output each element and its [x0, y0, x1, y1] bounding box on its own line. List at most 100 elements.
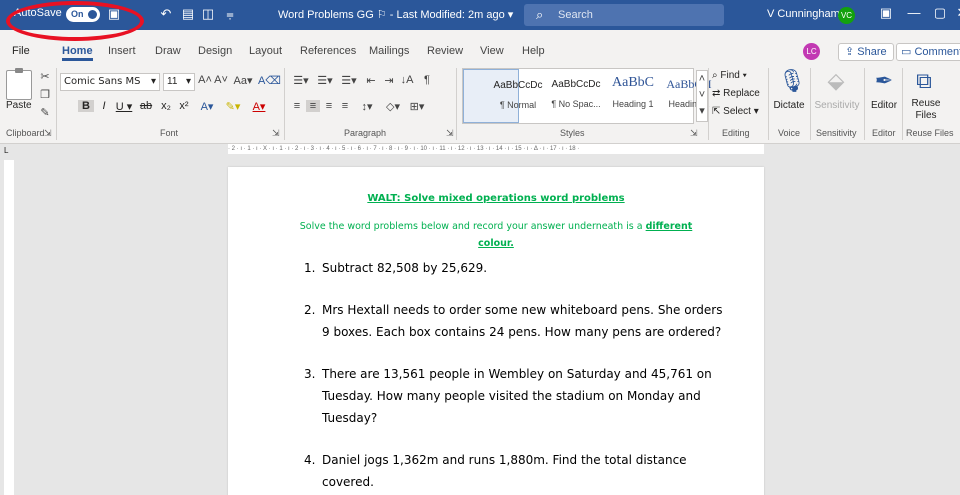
font-name-box[interactable]: Comic Sans MS ▾ [60, 73, 160, 91]
title-bar: AutoSave On ▣ ↶ ▤ ◫ ⩦ Word Problems GG ⚐… [0, 0, 960, 30]
vertical-ruler[interactable] [4, 160, 14, 495]
document-page[interactable]: WALT: Solve mixed operations word proble… [228, 167, 764, 495]
reuse-files-icon[interactable]: ⧉ [914, 68, 934, 94]
sensitivity-icon: ⬙ [827, 68, 845, 93]
borders-icon[interactable]: ⊞▾ [406, 100, 428, 113]
underline-button[interactable]: U ▾ [112, 100, 136, 113]
share-icon: ⇪ [845, 46, 855, 58]
find-button[interactable]: ⌕ Find ▾ [712, 70, 747, 81]
style-normal[interactable]: AaBbCcDc ¶ Normal [463, 69, 542, 123]
editor-icon[interactable]: ✒ [874, 68, 894, 94]
font-color-icon[interactable]: A▾ [248, 100, 270, 113]
clear-formatting-icon[interactable]: A⌫ [258, 74, 281, 87]
reuse-files-button[interactable]: Reuse Files [904, 98, 948, 122]
numbering-icon[interactable]: ☰▾ [314, 74, 336, 87]
format-painter-icon[interactable]: ✎ [38, 106, 52, 119]
tab-mailings[interactable]: Mailings [369, 45, 409, 57]
cut-icon[interactable]: ✂ [38, 70, 52, 83]
question-text: Subtract 82,508 by 25,629. [322, 261, 488, 275]
horizontal-ruler[interactable]: · 2 · ı · 1 · ı · X · ı · 1 · ı · 2 · ı … [228, 144, 764, 154]
tab-review[interactable]: Review [427, 45, 463, 57]
bullets-icon[interactable]: ☰▾ [290, 74, 312, 87]
quick-access-dropdown-icon[interactable]: ⩦ [222, 6, 238, 22]
tab-layout[interactable]: Layout [249, 45, 282, 57]
shading-icon[interactable]: ◇▾ [382, 100, 404, 113]
align-right-icon[interactable]: ≡ [322, 100, 336, 112]
microphone-icon[interactable]: 🎙 [778, 68, 806, 94]
group-label-paragraph: Paragraph [344, 128, 387, 138]
dictate-button[interactable]: Dictate [772, 100, 806, 111]
tab-draw[interactable]: Draw [155, 45, 181, 57]
line-spacing-icon[interactable]: ↕▾ [356, 100, 378, 113]
chevron-down-icon: ▾ [185, 76, 191, 87]
select-icon: ⇱ [712, 106, 721, 117]
group-label-editor: Editor [872, 128, 896, 138]
undo-icon[interactable]: ↶ [158, 6, 174, 22]
paste-button[interactable]: Paste [6, 100, 32, 111]
instruction-text: Solve the word problems below and record… [299, 221, 693, 249]
tab-insert[interactable]: Insert [108, 45, 136, 57]
tab-help[interactable]: Help [522, 45, 545, 57]
share-button[interactable]: ⇪ Share [838, 43, 894, 61]
style-heading-2[interactable]: AaBbCcI Heading 2 [633, 69, 711, 123]
coauthor-avatar[interactable]: LC [803, 43, 820, 60]
replace-button[interactable]: ⇄ Replace [712, 88, 760, 99]
subscript-button[interactable]: x₂ [158, 100, 174, 112]
strikethrough-button[interactable]: ab [138, 100, 154, 112]
shrink-font-icon[interactable]: A˅ [214, 74, 228, 86]
styles-gallery: AaBbCcDc ¶ Normal AaBbCcDc ¶ No Spac... … [462, 68, 712, 124]
copy-icon[interactable]: ❐ [38, 88, 52, 101]
tab-view[interactable]: View [480, 45, 504, 57]
editor-button[interactable]: Editor [866, 100, 902, 111]
divider [708, 68, 709, 140]
styles-scroll-icon[interactable]: ˄ ˅ ▾ [696, 70, 708, 122]
font-launcher-icon[interactable]: ⇲ [272, 128, 280, 139]
close-icon[interactable]: ✕ [952, 5, 960, 21]
styles-launcher-icon[interactable]: ⇲ [690, 128, 698, 139]
group-label-editing: Editing [722, 128, 750, 138]
maximize-icon[interactable]: ▢ [930, 5, 950, 21]
tab-home[interactable]: Home [62, 45, 93, 61]
tab-file[interactable]: File [12, 45, 30, 57]
tab-selector-icon[interactable]: L [4, 146, 8, 155]
highlight-icon[interactable]: ✎▾ [222, 100, 244, 113]
question-text: Daniel jogs 1,362m and runs 1,880m. Find… [322, 453, 687, 489]
title-strip [0, 30, 960, 40]
change-case-icon[interactable]: Aa▾ [232, 74, 254, 87]
print-preview-icon[interactable]: ▤ [180, 6, 196, 22]
comment-icon: ▭ [901, 46, 912, 58]
user-name[interactable]: V Cunningham [767, 8, 840, 20]
align-center-icon[interactable]: ≡ [306, 100, 320, 112]
show-formatting-icon[interactable]: ¶ [420, 74, 434, 86]
tab-references[interactable]: References [300, 45, 356, 57]
grow-font-icon[interactable]: A˄ [198, 74, 212, 86]
style-no-spacing[interactable]: AaBbCcDc ¶ No Spac... [520, 69, 600, 123]
search-box[interactable]: ⌕ Search [524, 4, 724, 26]
paragraph-launcher-icon[interactable]: ⇲ [446, 128, 454, 139]
font-size-box[interactable]: 11 ▾ [163, 73, 195, 91]
text-effects-icon[interactable]: A▾ [196, 100, 218, 113]
decrease-indent-icon[interactable]: ⇤ [364, 74, 378, 87]
justify-icon[interactable]: ≡ [338, 100, 352, 112]
sensitivity-button: Sensitivity [814, 100, 860, 111]
minimize-icon[interactable]: — [904, 5, 924, 20]
paste-icon[interactable] [6, 68, 32, 100]
find-icon: ⌕ [712, 70, 718, 81]
align-left-icon[interactable]: ≡ [290, 100, 304, 112]
sort-icon[interactable]: ↓A [400, 74, 414, 86]
tab-design[interactable]: Design [198, 45, 232, 57]
clipboard-launcher-icon[interactable]: ⇲ [44, 128, 52, 139]
style-heading-1[interactable]: AaBbC Heading 1 [577, 69, 654, 123]
increase-indent-icon[interactable]: ⇥ [382, 74, 396, 87]
divider [456, 68, 457, 140]
superscript-button[interactable]: x² [176, 100, 192, 112]
bold-button[interactable]: B [78, 100, 94, 112]
ribbon-display-icon[interactable]: ▣ [876, 5, 896, 21]
user-avatar[interactable]: VC [838, 7, 855, 24]
divider [864, 68, 865, 140]
select-button[interactable]: ⇱ Select ▾ [712, 106, 759, 117]
comments-button[interactable]: ▭ Comments [896, 43, 960, 61]
multilevel-list-icon[interactable]: ☰▾ [338, 74, 360, 87]
italic-button[interactable]: I [96, 100, 112, 112]
customize-icon[interactable]: ◫ [200, 6, 216, 22]
